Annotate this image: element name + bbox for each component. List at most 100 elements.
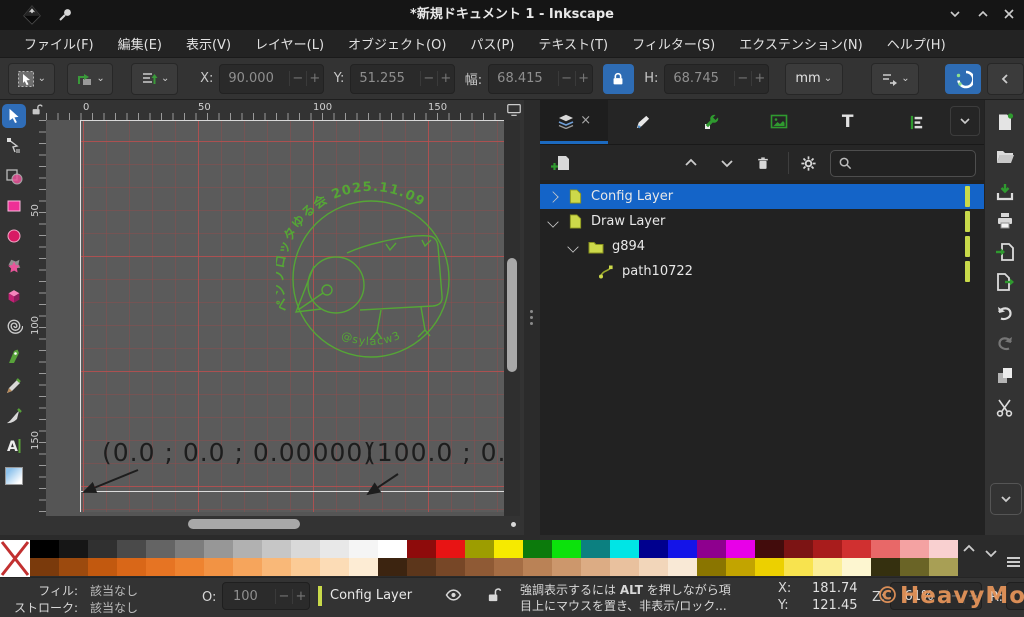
palette-swatch[interactable] [204, 558, 233, 576]
menu-path[interactable]: パス(P) [458, 34, 526, 53]
layer-color-indicator[interactable] [965, 211, 970, 232]
selection-mode-combo[interactable]: ⌄ [8, 63, 55, 95]
palette-swatch[interactable] [494, 558, 523, 576]
palette-swatch[interactable] [639, 540, 668, 558]
palette-swatch[interactable] [639, 558, 668, 576]
unit-combo[interactable]: mm ⌄ [785, 63, 843, 95]
paste-style-combo[interactable]: ⌄ [67, 63, 114, 95]
palette-swatch[interactable] [320, 540, 349, 558]
layer-label[interactable]: Config Layer [591, 189, 673, 204]
tool-star[interactable] [2, 254, 26, 278]
tool-text[interactable]: A [2, 434, 26, 458]
stroke-value[interactable]: 該当なし [90, 599, 138, 616]
menu-file[interactable]: ファイル(F) [12, 34, 106, 53]
palette-scroll-up[interactable] [962, 543, 976, 555]
save-document-button[interactable] [995, 182, 1015, 202]
x-decrement[interactable]: − [289, 71, 306, 86]
palette-swatch[interactable] [146, 558, 175, 576]
palette-swatch[interactable] [175, 558, 204, 576]
tab-layers[interactable]: × [540, 100, 608, 144]
palette-swatch[interactable] [610, 558, 639, 576]
cut-button[interactable] [995, 398, 1015, 418]
tab-align[interactable] [882, 100, 950, 144]
menu-extensions[interactable]: エクステンション(N) [727, 34, 874, 53]
group-row-g894[interactable]: g894 [540, 234, 984, 259]
palette-swatch[interactable] [581, 558, 610, 576]
display-mode-button[interactable] [504, 100, 524, 120]
palette-swatch[interactable] [842, 558, 871, 576]
palette-swatch[interactable] [668, 540, 697, 558]
palette-swatch[interactable] [117, 558, 146, 576]
palette-swatch[interactable] [726, 558, 755, 576]
tab-object-properties[interactable] [677, 100, 745, 144]
vertical-scrollbar[interactable] [504, 120, 520, 516]
palette-swatch[interactable] [465, 540, 494, 558]
palette-none-swatch[interactable] [0, 540, 30, 577]
maximize-button[interactable] [976, 7, 994, 23]
duplicate-button[interactable] [995, 366, 1015, 386]
panel-splitter[interactable] [524, 100, 540, 535]
layer-visibility-toggle[interactable] [444, 587, 463, 603]
layer-settings-button[interactable] [795, 150, 821, 176]
palette-swatch[interactable] [494, 540, 523, 558]
palette-menu-icon[interactable] [1006, 555, 1021, 569]
menu-view[interactable]: 表示(V) [174, 34, 243, 53]
commands-overflow-button[interactable] [990, 483, 1022, 515]
x-value[interactable]: 90.000 [220, 71, 288, 86]
tool-pen[interactable] [2, 344, 26, 368]
current-layer-name[interactable]: Config Layer [330, 588, 412, 603]
palette-swatch[interactable] [929, 540, 958, 558]
palette-swatch[interactable] [407, 540, 436, 558]
palette-swatch[interactable] [900, 540, 929, 558]
y-decrement[interactable]: − [420, 71, 437, 86]
palette-swatch[interactable] [581, 540, 610, 558]
palette-swatch[interactable] [813, 558, 842, 576]
layer-search-input[interactable] [830, 150, 976, 177]
palette-swatch[interactable] [668, 558, 697, 576]
raise-layer-button[interactable] [678, 150, 704, 176]
vertical-ruler[interactable]: 50 100 150 [28, 120, 46, 516]
palette-swatch[interactable] [378, 540, 407, 558]
panel-overflow-button[interactable] [950, 106, 980, 136]
palette-swatch[interactable] [755, 540, 784, 558]
palette-swatch[interactable] [929, 558, 958, 576]
palette-swatch[interactable] [378, 558, 407, 576]
opacity-field[interactable]: 100 − + [222, 582, 310, 610]
palette-swatch[interactable] [784, 540, 813, 558]
path-row-10722[interactable]: path10722 [540, 259, 984, 284]
layer-color-indicator[interactable] [965, 236, 970, 257]
expander-icon[interactable] [547, 191, 558, 202]
scale-options-combo[interactable]: ⌄ [871, 63, 920, 95]
palette-swatch[interactable] [871, 540, 900, 558]
palette-swatch[interactable] [146, 540, 175, 558]
print-button[interactable] [995, 212, 1015, 232]
layer-label[interactable]: Draw Layer [591, 214, 665, 229]
tool-calligraphy[interactable] [2, 404, 26, 428]
tab-fill-stroke[interactable] [608, 100, 676, 144]
palette-swatch[interactable] [407, 558, 436, 576]
tool-spiral[interactable] [2, 314, 26, 338]
palette-swatch[interactable] [117, 540, 146, 558]
palette-swatch[interactable] [697, 558, 726, 576]
canvas[interactable]: ペンプロッタゆる会 2025.11.09 @sylacw3 (0.0 ; 0.0… [46, 120, 504, 516]
tab-text-font[interactable]: T [814, 100, 882, 144]
layer-color-indicator[interactable] [965, 186, 970, 207]
x-field[interactable]: 90.000 − + [219, 64, 323, 94]
layer-row-config[interactable]: Config Layer [540, 184, 984, 209]
layer-color-indicator[interactable] [965, 261, 970, 282]
group-label[interactable]: g894 [612, 239, 645, 254]
horizontal-scrollbar[interactable] [46, 516, 504, 532]
x-increment[interactable]: + [306, 71, 323, 86]
palette-swatch[interactable] [726, 540, 755, 558]
snap-toggle-button[interactable] [945, 64, 980, 94]
tool-gradient[interactable] [2, 464, 26, 488]
tool-node-editor[interactable] [2, 134, 26, 158]
menu-filters[interactable]: フィルター(S) [620, 34, 727, 53]
menu-text[interactable]: テキスト(T) [526, 34, 620, 53]
height-value[interactable]: 68.745 [665, 71, 733, 86]
menu-edit[interactable]: 編集(E) [106, 34, 174, 53]
redo-button[interactable] [995, 334, 1015, 354]
pin-icon[interactable] [58, 7, 74, 23]
lower-layer-button[interactable] [714, 150, 740, 176]
layer-row-draw[interactable]: Draw Layer [540, 209, 984, 234]
